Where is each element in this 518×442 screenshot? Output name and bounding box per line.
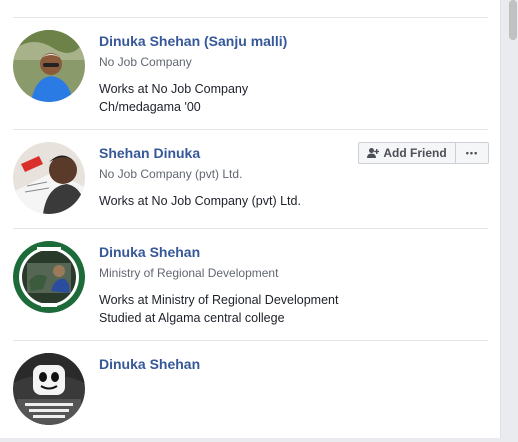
result-name[interactable]: Shehan Dinuka xyxy=(99,145,200,161)
add-friend-icon xyxy=(367,147,380,159)
more-options-button[interactable]: ••• xyxy=(455,142,489,164)
result-detail: Ch/medagama '00 xyxy=(99,100,201,114)
search-results-card: Dinuka Shehan (Sanju malli) No Job Compa… xyxy=(0,0,501,438)
profile-photo-icon xyxy=(13,353,85,425)
avatar[interactable] xyxy=(13,241,85,313)
result-name[interactable]: Dinuka Shehan xyxy=(99,244,200,260)
result-detail: Works at No Job Company xyxy=(99,82,249,96)
profile-photo-icon xyxy=(13,142,85,214)
avatar[interactable] xyxy=(13,353,85,425)
scrollbar-thumb[interactable] xyxy=(509,0,517,40)
scrollbar[interactable] xyxy=(508,0,518,442)
avatar[interactable] xyxy=(13,142,85,214)
profile-photo-icon xyxy=(13,30,85,102)
result-subtitle: No Job Company xyxy=(99,55,192,69)
result-detail: Studied at Algama central college xyxy=(99,311,285,325)
divider xyxy=(13,129,488,130)
result-subtitle: Ministry of Regional Development xyxy=(99,266,279,280)
add-friend-button[interactable]: Add Friend xyxy=(358,142,456,164)
profile-photo-icon xyxy=(13,241,85,313)
divider xyxy=(13,340,488,341)
result-detail: Works at Ministry of Regional Developmen… xyxy=(99,293,339,307)
result-name[interactable]: Dinuka Shehan xyxy=(99,356,200,372)
more-icon: ••• xyxy=(465,148,479,158)
divider xyxy=(13,228,488,229)
add-friend-label: Add Friend xyxy=(383,146,447,160)
result-name[interactable]: Dinuka Shehan (Sanju malli) xyxy=(99,33,287,49)
avatar[interactable] xyxy=(13,30,85,102)
result-subtitle: No Job Company (pvt) Ltd. xyxy=(99,167,243,181)
divider xyxy=(13,17,488,18)
result-detail: Works at No Job Company (pvt) Ltd. xyxy=(99,194,301,208)
